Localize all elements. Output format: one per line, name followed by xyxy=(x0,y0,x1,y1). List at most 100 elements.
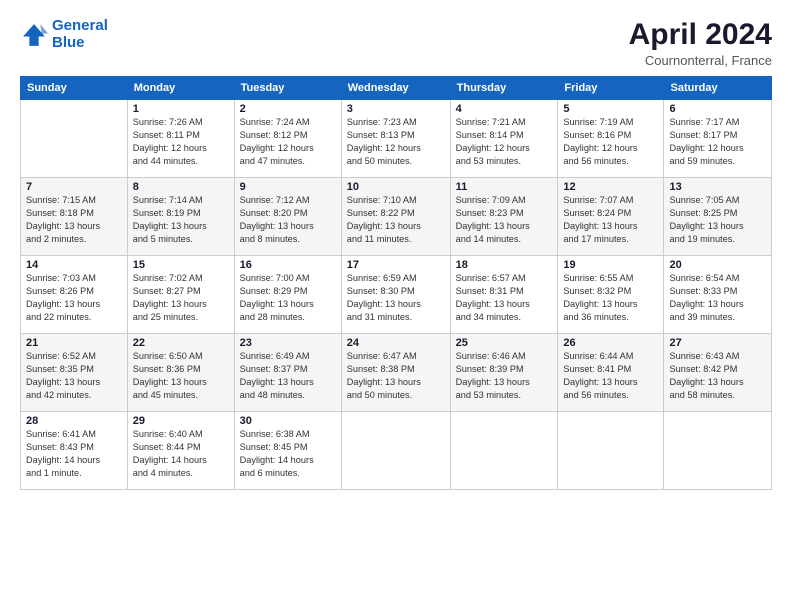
day-cell: 18Sunrise: 6:57 AM Sunset: 8:31 PM Dayli… xyxy=(450,256,558,334)
day-cell: 12Sunrise: 7:07 AM Sunset: 8:24 PM Dayli… xyxy=(558,178,664,256)
day-number: 19 xyxy=(563,259,658,271)
day-cell xyxy=(558,412,664,490)
day-number: 5 xyxy=(563,103,658,115)
header: General Blue April 2024 Cournonterral, F… xyxy=(20,18,772,68)
day-cell: 2Sunrise: 7:24 AM Sunset: 8:12 PM Daylig… xyxy=(234,100,341,178)
col-header-sunday: Sunday xyxy=(21,77,128,100)
day-number: 6 xyxy=(669,103,766,115)
day-cell: 13Sunrise: 7:05 AM Sunset: 8:25 PM Dayli… xyxy=(664,178,772,256)
day-cell: 9Sunrise: 7:12 AM Sunset: 8:20 PM Daylig… xyxy=(234,178,341,256)
day-cell xyxy=(21,100,128,178)
day-info: Sunrise: 6:50 AM Sunset: 8:36 PM Dayligh… xyxy=(133,350,229,402)
day-cell: 5Sunrise: 7:19 AM Sunset: 8:16 PM Daylig… xyxy=(558,100,664,178)
day-cell: 26Sunrise: 6:44 AM Sunset: 8:41 PM Dayli… xyxy=(558,334,664,412)
day-cell: 28Sunrise: 6:41 AM Sunset: 8:43 PM Dayli… xyxy=(21,412,128,490)
day-info: Sunrise: 6:44 AM Sunset: 8:41 PM Dayligh… xyxy=(563,350,658,402)
day-cell: 17Sunrise: 6:59 AM Sunset: 8:30 PM Dayli… xyxy=(341,256,450,334)
week-row-4: 21Sunrise: 6:52 AM Sunset: 8:35 PM Dayli… xyxy=(21,334,772,412)
day-cell xyxy=(341,412,450,490)
logo-line2: Blue xyxy=(52,34,85,51)
logo-text: General Blue xyxy=(52,18,108,51)
day-number: 4 xyxy=(456,103,553,115)
col-header-thursday: Thursday xyxy=(450,77,558,100)
day-info: Sunrise: 7:23 AM Sunset: 8:13 PM Dayligh… xyxy=(347,116,445,168)
day-info: Sunrise: 7:02 AM Sunset: 8:27 PM Dayligh… xyxy=(133,272,229,324)
day-number: 12 xyxy=(563,181,658,193)
day-info: Sunrise: 7:21 AM Sunset: 8:14 PM Dayligh… xyxy=(456,116,553,168)
day-info: Sunrise: 7:09 AM Sunset: 8:23 PM Dayligh… xyxy=(456,194,553,246)
day-info: Sunrise: 6:40 AM Sunset: 8:44 PM Dayligh… xyxy=(133,428,229,480)
logo: General Blue xyxy=(20,18,108,51)
day-cell xyxy=(450,412,558,490)
day-number: 18 xyxy=(456,259,553,271)
day-cell: 7Sunrise: 7:15 AM Sunset: 8:18 PM Daylig… xyxy=(21,178,128,256)
day-number: 22 xyxy=(133,337,229,349)
day-info: Sunrise: 7:05 AM Sunset: 8:25 PM Dayligh… xyxy=(669,194,766,246)
day-info: Sunrise: 7:03 AM Sunset: 8:26 PM Dayligh… xyxy=(26,272,122,324)
day-cell: 20Sunrise: 6:54 AM Sunset: 8:33 PM Dayli… xyxy=(664,256,772,334)
day-number: 29 xyxy=(133,415,229,427)
header-row: SundayMondayTuesdayWednesdayThursdayFrid… xyxy=(21,77,772,100)
day-info: Sunrise: 7:24 AM Sunset: 8:12 PM Dayligh… xyxy=(240,116,336,168)
logo-icon xyxy=(20,21,48,49)
col-header-wednesday: Wednesday xyxy=(341,77,450,100)
day-cell: 8Sunrise: 7:14 AM Sunset: 8:19 PM Daylig… xyxy=(127,178,234,256)
day-cell: 30Sunrise: 6:38 AM Sunset: 8:45 PM Dayli… xyxy=(234,412,341,490)
day-cell: 22Sunrise: 6:50 AM Sunset: 8:36 PM Dayli… xyxy=(127,334,234,412)
day-cell: 6Sunrise: 7:17 AM Sunset: 8:17 PM Daylig… xyxy=(664,100,772,178)
day-cell: 25Sunrise: 6:46 AM Sunset: 8:39 PM Dayli… xyxy=(450,334,558,412)
day-number: 8 xyxy=(133,181,229,193)
day-info: Sunrise: 6:54 AM Sunset: 8:33 PM Dayligh… xyxy=(669,272,766,324)
week-row-3: 14Sunrise: 7:03 AM Sunset: 8:26 PM Dayli… xyxy=(21,256,772,334)
day-number: 15 xyxy=(133,259,229,271)
day-info: Sunrise: 6:41 AM Sunset: 8:43 PM Dayligh… xyxy=(26,428,122,480)
day-info: Sunrise: 6:46 AM Sunset: 8:39 PM Dayligh… xyxy=(456,350,553,402)
day-number: 14 xyxy=(26,259,122,271)
day-info: Sunrise: 7:26 AM Sunset: 8:11 PM Dayligh… xyxy=(133,116,229,168)
week-row-2: 7Sunrise: 7:15 AM Sunset: 8:18 PM Daylig… xyxy=(21,178,772,256)
day-info: Sunrise: 6:55 AM Sunset: 8:32 PM Dayligh… xyxy=(563,272,658,324)
day-info: Sunrise: 6:43 AM Sunset: 8:42 PM Dayligh… xyxy=(669,350,766,402)
col-header-friday: Friday xyxy=(558,77,664,100)
day-number: 2 xyxy=(240,103,336,115)
day-cell: 24Sunrise: 6:47 AM Sunset: 8:38 PM Dayli… xyxy=(341,334,450,412)
day-number: 3 xyxy=(347,103,445,115)
day-info: Sunrise: 7:14 AM Sunset: 8:19 PM Dayligh… xyxy=(133,194,229,246)
day-info: Sunrise: 7:07 AM Sunset: 8:24 PM Dayligh… xyxy=(563,194,658,246)
day-cell: 4Sunrise: 7:21 AM Sunset: 8:14 PM Daylig… xyxy=(450,100,558,178)
day-number: 30 xyxy=(240,415,336,427)
day-info: Sunrise: 7:12 AM Sunset: 8:20 PM Dayligh… xyxy=(240,194,336,246)
day-number: 26 xyxy=(563,337,658,349)
col-header-monday: Monday xyxy=(127,77,234,100)
day-number: 24 xyxy=(347,337,445,349)
calendar-table: SundayMondayTuesdayWednesdayThursdayFrid… xyxy=(20,76,772,490)
day-number: 10 xyxy=(347,181,445,193)
day-cell: 19Sunrise: 6:55 AM Sunset: 8:32 PM Dayli… xyxy=(558,256,664,334)
day-cell: 3Sunrise: 7:23 AM Sunset: 8:13 PM Daylig… xyxy=(341,100,450,178)
day-cell: 15Sunrise: 7:02 AM Sunset: 8:27 PM Dayli… xyxy=(127,256,234,334)
day-info: Sunrise: 7:15 AM Sunset: 8:18 PM Dayligh… xyxy=(26,194,122,246)
day-number: 17 xyxy=(347,259,445,271)
day-cell: 1Sunrise: 7:26 AM Sunset: 8:11 PM Daylig… xyxy=(127,100,234,178)
day-number: 28 xyxy=(26,415,122,427)
day-cell: 29Sunrise: 6:40 AM Sunset: 8:44 PM Dayli… xyxy=(127,412,234,490)
day-number: 11 xyxy=(456,181,553,193)
day-cell xyxy=(664,412,772,490)
week-row-5: 28Sunrise: 6:41 AM Sunset: 8:43 PM Dayli… xyxy=(21,412,772,490)
day-number: 27 xyxy=(669,337,766,349)
day-number: 21 xyxy=(26,337,122,349)
day-info: Sunrise: 7:10 AM Sunset: 8:22 PM Dayligh… xyxy=(347,194,445,246)
day-info: Sunrise: 6:38 AM Sunset: 8:45 PM Dayligh… xyxy=(240,428,336,480)
day-info: Sunrise: 6:59 AM Sunset: 8:30 PM Dayligh… xyxy=(347,272,445,324)
page: General Blue April 2024 Cournonterral, F… xyxy=(0,0,792,612)
day-number: 1 xyxy=(133,103,229,115)
main-title: April 2024 xyxy=(629,18,772,51)
day-info: Sunrise: 6:49 AM Sunset: 8:37 PM Dayligh… xyxy=(240,350,336,402)
day-number: 16 xyxy=(240,259,336,271)
day-number: 25 xyxy=(456,337,553,349)
day-info: Sunrise: 7:17 AM Sunset: 8:17 PM Dayligh… xyxy=(669,116,766,168)
subtitle: Cournonterral, France xyxy=(629,53,772,68)
day-number: 23 xyxy=(240,337,336,349)
day-cell: 10Sunrise: 7:10 AM Sunset: 8:22 PM Dayli… xyxy=(341,178,450,256)
day-info: Sunrise: 6:57 AM Sunset: 8:31 PM Dayligh… xyxy=(456,272,553,324)
